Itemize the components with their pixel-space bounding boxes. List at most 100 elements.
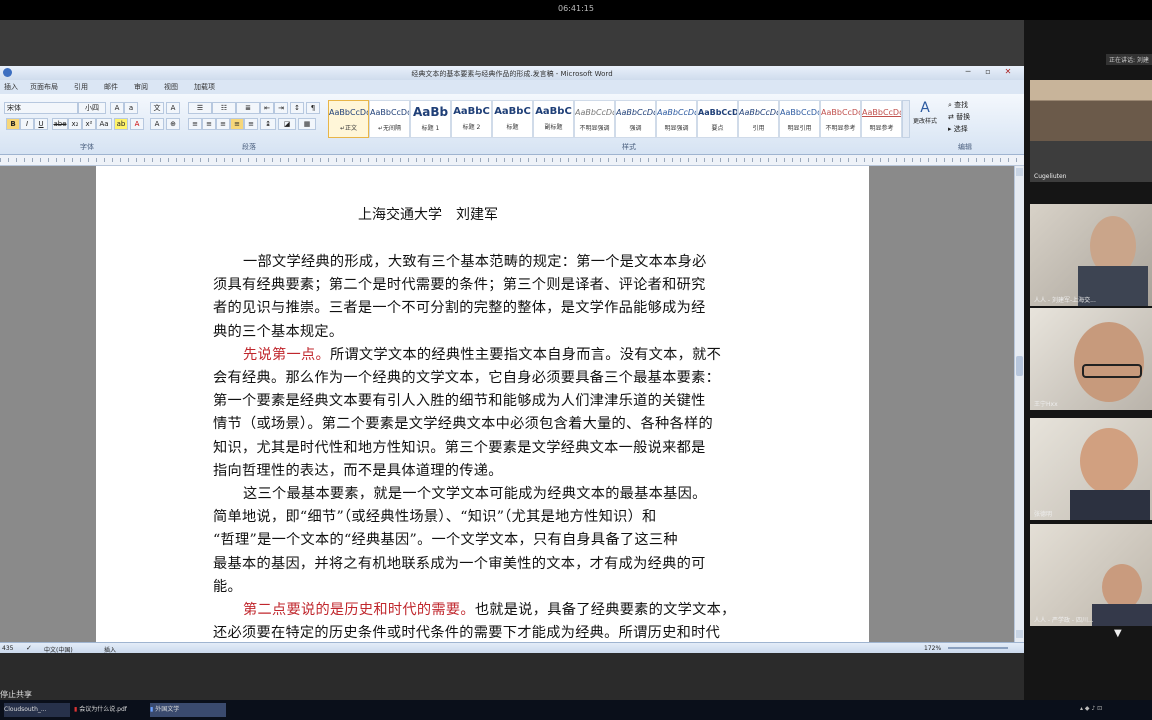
font-color-icon[interactable]: A <box>130 118 144 130</box>
show-marks-icon[interactable]: ¶ <box>306 102 320 114</box>
status-page-info[interactable]: 435 <box>2 645 13 652</box>
align-right-icon[interactable]: ≡ <box>216 118 230 130</box>
style-subtitle[interactable]: AaBbC 副标题 <box>533 100 574 138</box>
borders-icon[interactable]: ▦ <box>298 118 316 130</box>
line-text: 一部文学经典的形成，大致有三个基本范畴的规定：第一个是文本本身必 <box>243 254 707 270</box>
tab-insert[interactable]: 插入 <box>4 82 18 92</box>
font-name-select[interactable]: 宋体 <box>4 102 78 114</box>
font-size-select[interactable]: 小四 <box>78 102 106 114</box>
style-heading-2[interactable]: AaBbC 标题 2 <box>451 100 492 138</box>
highlighted-phrase: 第二点要说的是历史和时代的需要。 <box>243 602 475 618</box>
zoom-level[interactable]: 172% <box>924 645 941 652</box>
style-strong[interactable]: AaBbCcDd要点 <box>697 100 738 138</box>
sort-icon[interactable]: ↕ <box>290 102 304 114</box>
document-line: 会有经典。那么作为一个经典的文学文本，它自身必须要具备三个最基本要素： <box>213 367 753 387</box>
style-subtle-reference[interactable]: AaBbCcDd 不明显参考 <box>820 100 861 138</box>
line-text: 知识，尤其是时代性和地方性知识。第三个要素是文学经典文本一般说来都是 <box>213 439 706 456</box>
scroll-down-icon[interactable] <box>1016 630 1023 638</box>
style-heading-1[interactable]: AaBb 标题 1 <box>410 100 451 138</box>
line-text: 指向哲理性的表达，而不是具体道理的传递。 <box>213 462 503 479</box>
change-case-icon[interactable]: Aa <box>96 118 112 130</box>
document-line: 能。 <box>213 576 753 596</box>
document-line: 简单地说，即“细节”（或经典性场景）、“知识”（尤其是地方性知识）和 <box>213 506 753 526</box>
tab-view[interactable]: 视图 <box>164 82 178 92</box>
select-button[interactable]: ▸ 选择 <box>948 124 968 134</box>
style-intense-quote[interactable]: AaBbCcDd 明显引用 <box>779 100 820 138</box>
change-styles-button[interactable]: A 更改样式 <box>910 100 940 136</box>
word-window: 经典文本的基本要素与经典作品的形成.发言稿 - Microsoft Word ─… <box>0 66 1025 700</box>
style-normal[interactable]: AaBbCcDd ↵正文 <box>328 100 369 138</box>
scroll-up-icon[interactable] <box>1016 168 1023 176</box>
shrink-font-icon[interactable]: a <box>124 102 138 114</box>
tab-page-layout[interactable]: 页面布局 <box>30 82 58 92</box>
participant-name: Cugeliuten <box>1034 173 1067 180</box>
style-title[interactable]: AaBbC 标题 <box>492 100 533 138</box>
video-tile[interactable]: 人人 - 严学政 - 四川... <box>1030 524 1152 626</box>
increase-indent-icon[interactable]: ⇥ <box>274 102 288 114</box>
find-button[interactable]: ⌕ 查找 <box>948 100 968 110</box>
decrease-indent-icon[interactable]: ⇤ <box>260 102 274 114</box>
video-tile[interactable]: 人人 - 刘建军-上海交... <box>1030 204 1152 306</box>
multilevel-list-icon[interactable]: ≣ <box>236 102 260 114</box>
spelling-icon[interactable]: ✓ <box>26 644 32 652</box>
style-intense-emphasis[interactable]: AaBbCcDd 明显强调 <box>656 100 697 138</box>
italic-icon[interactable]: I <box>20 118 34 130</box>
document-page[interactable]: 上海交通大学 刘建军 一部文学经典的形成，大致有三个基本范畴的规定：第一个是文本… <box>96 166 869 642</box>
document-title: 经典文本的基本要素与经典作品的形成.发言稿 - Microsoft Word <box>411 70 613 78</box>
style-emphasis[interactable]: AaBbCcDd 强调 <box>615 100 656 138</box>
taskbar-item[interactable]: Cloudsouth_... <box>4 703 70 717</box>
video-tile[interactable]: 张德明 <box>1030 418 1152 520</box>
char-border-icon[interactable]: A <box>166 102 180 114</box>
document-line: 知识，尤其是时代性和地方性知识。第三个要素是文学经典文本一般说来都是 <box>213 437 753 457</box>
styles-gallery-more-icon[interactable] <box>902 100 910 138</box>
align-center-icon[interactable]: ≡ <box>202 118 216 130</box>
superscript-icon[interactable]: x² <box>82 118 96 130</box>
grow-font-icon[interactable]: A <box>110 102 124 114</box>
highlight-icon[interactable]: ab <box>114 118 128 130</box>
taskbar-item[interactable]: ▮ 外国文学 <box>150 703 226 717</box>
tab-review[interactable]: 审阅 <box>134 82 148 92</box>
bold-icon[interactable]: B <box>6 118 20 130</box>
video-tile[interactable]: Cugeliuten <box>1030 80 1152 182</box>
distributed-icon[interactable]: ≡ <box>244 118 258 130</box>
align-left-icon[interactable]: ≡ <box>188 118 202 130</box>
taskbar-item[interactable]: ▮ 会议为什么说.pdf <box>74 703 146 717</box>
document-line: “哲理”是一个文本的“经典基因”。一个文学文本，只有自身具备了这三种 <box>213 529 753 549</box>
word-icon: ▮ <box>150 706 154 713</box>
zoom-slider[interactable] <box>948 647 1008 649</box>
style-quote[interactable]: AaBbCcDd 引用 <box>738 100 779 138</box>
numbering-icon[interactable]: ☷ <box>212 102 236 114</box>
style-subtle-emphasis[interactable]: AaBbCcDd 不明显强调 <box>574 100 615 138</box>
scroll-participants-icon[interactable]: ▼ <box>1114 628 1122 639</box>
minimize-button[interactable]: ─ <box>958 67 978 78</box>
underline-icon[interactable]: U <box>34 118 48 130</box>
pdf-icon: ▮ <box>74 706 78 713</box>
justify-icon[interactable]: ≡ <box>230 118 244 130</box>
select-icon: ▸ <box>948 125 952 133</box>
horizontal-ruler[interactable] <box>0 155 1024 166</box>
tab-references[interactable]: 引用 <box>74 82 88 92</box>
tab-mailings[interactable]: 邮件 <box>104 82 118 92</box>
maximize-button[interactable]: ▫ <box>978 67 998 78</box>
bullets-icon[interactable]: ☰ <box>188 102 212 114</box>
stop-share-label[interactable]: 停止共享 <box>0 689 32 700</box>
close-button[interactable]: ✕ <box>998 67 1018 78</box>
char-shading-icon[interactable]: A <box>150 118 164 130</box>
tab-addins[interactable]: 加载项 <box>194 82 215 92</box>
screen-share-background <box>0 20 1024 66</box>
enclose-char-icon[interactable]: ⊕ <box>166 118 180 130</box>
style-intense-reference[interactable]: AaBbCcDd 明显参考 <box>861 100 902 138</box>
line-spacing-icon[interactable]: ↨ <box>260 118 276 130</box>
style-no-spacing[interactable]: AaBbCcDd ↵无间隔 <box>369 100 410 138</box>
replace-button[interactable]: ⇄ 替换 <box>948 112 970 122</box>
scrollbar-thumb[interactable] <box>1016 356 1023 376</box>
phonetic-icon[interactable]: 文 <box>150 102 164 114</box>
line-text: 最基本的基因，并将之有机地联系成为一个审美性的文本，才有成为经典的可 <box>213 555 706 572</box>
system-tray-icons[interactable]: ▴ ◆ ♪ ⊡ <box>1080 705 1140 715</box>
video-tile[interactable]: 王宁Hxx <box>1030 308 1152 410</box>
subscript-icon[interactable]: x₂ <box>68 118 82 130</box>
group-label-font: 字体 <box>80 143 94 151</box>
shading-icon[interactable]: ◪ <box>278 118 296 130</box>
strikethrough-icon[interactable]: abe <box>52 118 68 130</box>
document-line: 须具有经典要素；第二个是时代需要的条件；第三个则是译者、评论者和研究 <box>213 274 753 294</box>
